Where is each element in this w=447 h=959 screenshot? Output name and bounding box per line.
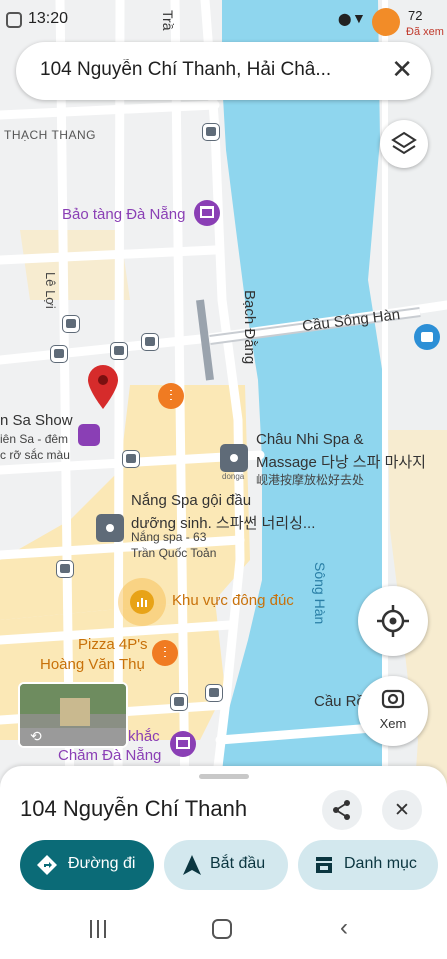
label-tran: Trầ bbox=[160, 10, 176, 31]
bus-stop-icon[interactable] bbox=[205, 684, 223, 702]
recent-apps-button[interactable] bbox=[88, 920, 108, 938]
app-icon bbox=[6, 12, 22, 28]
status-right-text: Đã xem bbox=[406, 26, 444, 38]
restaurant-icon[interactable]: ⵗ bbox=[158, 383, 184, 409]
shopping-icon[interactable] bbox=[414, 324, 440, 350]
museum-icon[interactable] bbox=[194, 200, 220, 226]
back-button[interactable]: ‹ bbox=[340, 914, 348, 942]
clear-search-button[interactable]: ✕ bbox=[391, 54, 413, 85]
status-bar: 13:20 ⬤ ▼ 72 Đã xem bbox=[0, 0, 447, 38]
label-nang-spa-3: Nắng spa - 63 bbox=[131, 530, 207, 544]
drag-handle[interactable] bbox=[199, 774, 249, 779]
share-button[interactable] bbox=[322, 790, 362, 830]
label-bach-dang: Bạch Đằng bbox=[241, 290, 258, 365]
location-icon: ⬤ bbox=[338, 12, 352, 26]
layers-button[interactable] bbox=[380, 120, 428, 168]
place-title: 104 Nguyễn Chí Thanh bbox=[20, 796, 248, 821]
bus-stop-icon[interactable] bbox=[141, 333, 159, 351]
bus-stop-icon[interactable] bbox=[170, 693, 188, 711]
camera-lens-icon bbox=[381, 689, 405, 709]
store-icon bbox=[316, 857, 332, 873]
label-donga: donga bbox=[222, 472, 245, 481]
directions-icon bbox=[37, 855, 57, 875]
label-cham-1[interactable]: khắc bbox=[128, 728, 160, 745]
label-show-1: n Sa Show bbox=[0, 412, 73, 429]
status-badge: 72 bbox=[408, 8, 423, 23]
lens-view-button[interactable]: Xem bbox=[358, 676, 428, 746]
bus-stop-icon[interactable] bbox=[202, 123, 220, 141]
start-button[interactable]: Bắt đầu bbox=[164, 840, 288, 890]
bus-stop-icon[interactable] bbox=[50, 345, 68, 363]
label-pizza-1[interactable]: Pizza 4P's bbox=[78, 636, 148, 653]
bus-stop-icon[interactable] bbox=[122, 450, 140, 468]
label-chau-nhi-1[interactable]: Châu Nhi Spa & bbox=[256, 431, 364, 448]
lens-view-label: Xem bbox=[379, 716, 407, 731]
close-icon: ✕ bbox=[394, 800, 410, 821]
label-thach-thang: THẠCH THANG bbox=[4, 128, 96, 142]
restaurant-icon-2[interactable]: ⵗ bbox=[152, 640, 178, 666]
label-bao-tang[interactable]: Bảo tàng Đà Nẵng bbox=[62, 206, 185, 223]
start-label: Bắt đầu bbox=[210, 855, 266, 872]
bus-stop-icon[interactable] bbox=[56, 560, 74, 578]
close-icon: ✕ bbox=[391, 54, 413, 84]
bus-stop-icon[interactable] bbox=[62, 315, 80, 333]
crosshair-icon bbox=[377, 605, 409, 637]
label-chau-nhi-3: 岘港按摩放松好去处 bbox=[256, 473, 365, 487]
busy-area-icon[interactable] bbox=[130, 590, 154, 614]
status-time: 13:20 bbox=[28, 10, 69, 27]
category-label: Danh mục bbox=[344, 855, 417, 872]
label-le-loi: Lê Lợi bbox=[43, 272, 58, 309]
street-view-thumbnail[interactable]: ⟲ bbox=[18, 682, 128, 748]
museum-icon-2[interactable] bbox=[170, 731, 196, 757]
signal-icon: ▼ bbox=[352, 10, 366, 26]
label-nang-spa-4: Trần Quốc Toản bbox=[131, 546, 217, 560]
label-cham-2[interactable]: Chăm Đà Nẵng bbox=[58, 747, 161, 764]
category-button[interactable]: Danh mục bbox=[298, 840, 438, 890]
layers-icon bbox=[391, 131, 417, 155]
commercial-area-3 bbox=[20, 230, 130, 300]
search-bar[interactable]: 104 Nguyễn Chí Thanh, Hải Châ... ✕ bbox=[16, 42, 431, 100]
navigation-arrow-icon bbox=[183, 855, 201, 875]
my-location-button[interactable] bbox=[358, 586, 428, 656]
chevron-left-icon: ‹ bbox=[340, 914, 348, 941]
label-show-2: iên Sa - đêm bbox=[0, 432, 69, 446]
label-chau-nhi-2[interactable]: Massage 다낭 스파 마사지 bbox=[256, 451, 426, 472]
label-busy-area[interactable]: Khu vực đông đúc bbox=[172, 592, 294, 609]
label-show-3: c rỡ sắc màu bbox=[0, 448, 70, 462]
home-button[interactable] bbox=[212, 919, 232, 939]
label-nang-spa-1[interactable]: Nắng Spa gội đầu bbox=[131, 492, 251, 509]
spa-icon-2[interactable] bbox=[96, 514, 124, 542]
system-nav-bar: ‹ bbox=[0, 906, 447, 959]
directions-label: Đường đi bbox=[68, 855, 136, 872]
directions-button[interactable]: Đường đi bbox=[20, 840, 154, 890]
close-sheet-button[interactable]: ✕ bbox=[382, 790, 422, 830]
label-pizza-2[interactable]: Hoàng Văn Thụ bbox=[40, 656, 145, 673]
spa-icon[interactable] bbox=[220, 444, 248, 472]
label-song-han: Sông Hàn bbox=[312, 562, 328, 625]
notification-icon bbox=[372, 8, 400, 36]
theater-icon[interactable] bbox=[78, 424, 100, 446]
search-query[interactable]: 104 Nguyễn Chí Thanh, Hải Châ... bbox=[40, 59, 380, 81]
share-icon bbox=[333, 800, 350, 820]
location-pin-icon[interactable] bbox=[86, 364, 120, 410]
bus-stop-icon[interactable] bbox=[110, 342, 128, 360]
rotate-360-icon: ⟲ bbox=[30, 728, 42, 744]
map-view[interactable]: 13:20 ⬤ ▼ 72 Đã xem 104 Nguyễn Chí Thanh… bbox=[0, 0, 447, 800]
